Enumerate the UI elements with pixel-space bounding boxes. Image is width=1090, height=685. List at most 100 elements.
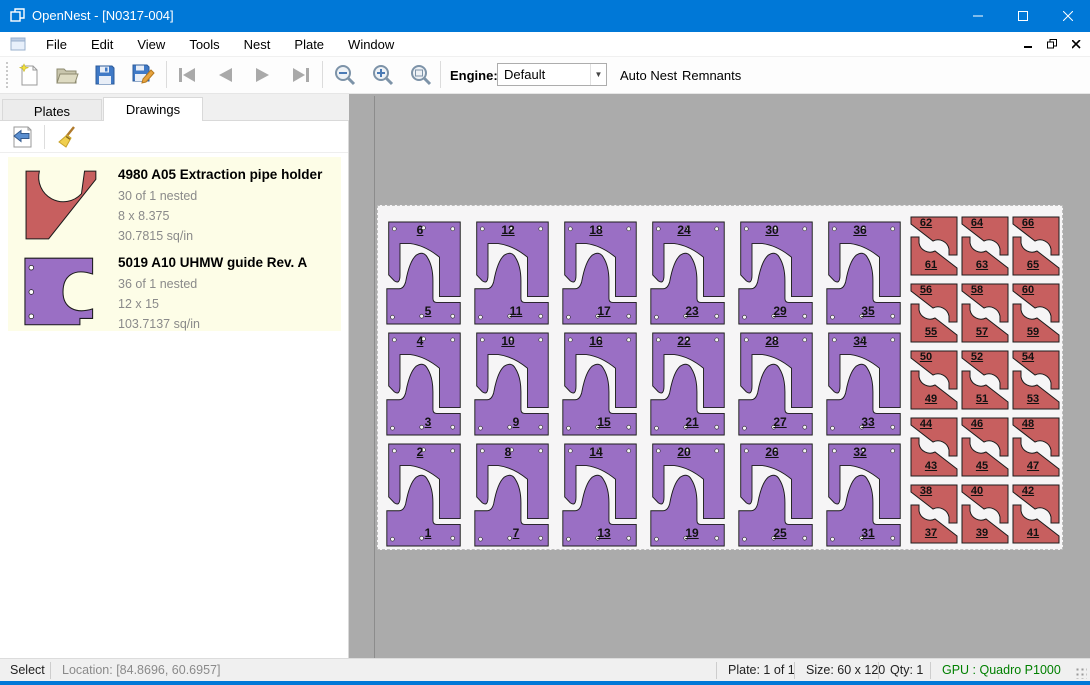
menu-nest[interactable]: Nest [232, 33, 283, 56]
part-number: 28 [756, 334, 788, 348]
close-button[interactable] [1045, 0, 1090, 32]
minimize-button[interactable] [955, 0, 1000, 32]
nest-tile[interactable]: 1817 [560, 220, 640, 326]
nest-tile[interactable]: 43 [384, 331, 464, 437]
last-plate-button[interactable] [286, 60, 316, 90]
import-drawing-button[interactable] [8, 123, 36, 151]
zoom-fit-button[interactable] [406, 60, 436, 90]
part-number: 59 [1020, 326, 1046, 338]
part-number: 26 [756, 445, 788, 459]
list-item-drawing-1[interactable]: 4980 A05 Extraction pipe holder 30 of 1 … [8, 157, 341, 245]
drawings-panel: 4980 A05 Extraction pipe holder 30 of 1 … [0, 121, 349, 658]
drawing-title: 5019 A10 UHMW guide Rev. A [118, 255, 341, 270]
nest-tile[interactable]: 66 65 [1011, 215, 1061, 277]
drawing-nested: 36 of 1 nested [118, 274, 341, 294]
menu-edit[interactable]: Edit [79, 33, 125, 56]
nest-tile[interactable]: 6463 [960, 215, 1010, 277]
nest-tile[interactable]: 3029 [736, 220, 816, 326]
part-number: 16 [580, 334, 612, 348]
nest-tile[interactable]: 5655 [909, 282, 959, 344]
part-number: 15 [588, 415, 620, 429]
engine-select[interactable]: Default ▼ [497, 63, 607, 86]
part-number: 55 [918, 326, 944, 338]
toolbar-grip[interactable] [5, 61, 9, 89]
menu-view[interactable]: View [125, 33, 177, 56]
part-number: 29 [764, 304, 796, 318]
list-item-drawing-2[interactable]: 5019 A10 UHMW guide Rev. A 36 of 1 neste… [8, 245, 341, 331]
nest-tile[interactable]: 6059 [1011, 282, 1061, 344]
chevron-down-icon[interactable]: ▼ [590, 64, 606, 85]
mdi-minimize-button[interactable] [1020, 36, 1036, 52]
menu-plate[interactable]: Plate [282, 33, 336, 56]
nest-tile[interactable]: 4039 [960, 483, 1010, 545]
nest-tile[interactable]: 4847 [1011, 416, 1061, 478]
part-number: 18 [580, 223, 612, 237]
part-number: 58 [964, 284, 990, 296]
nest-tile[interactable]: 2625 [736, 442, 816, 548]
nest-tile[interactable]: 4241 [1011, 483, 1061, 545]
nest-tile[interactable]: 6261 [909, 215, 959, 277]
tab-plates[interactable]: Plates [2, 99, 102, 121]
nest-tile[interactable]: 4645 [960, 416, 1010, 478]
drawing-title: 4980 A05 Extraction pipe holder [118, 167, 341, 182]
part-number: 21 [676, 415, 708, 429]
nest-tile[interactable]: 2423 [648, 220, 728, 326]
nest-tile[interactable]: 65 [384, 220, 464, 326]
save-as-button[interactable] [128, 60, 158, 90]
nest-tile[interactable]: 1615 [560, 331, 640, 437]
nest-tile[interactable]: 3231 [824, 442, 904, 548]
nest-tile[interactable]: 4443 [909, 416, 959, 478]
mdi-window-border [374, 96, 375, 658]
mdi-close-button[interactable] [1068, 36, 1084, 52]
nest-tile[interactable]: 14 13 [560, 442, 640, 548]
nest-tile[interactable]: 87 [472, 442, 552, 548]
nest-tile[interactable]: 3433 [824, 331, 904, 437]
new-file-button[interactable] [14, 60, 44, 90]
open-folder-button[interactable] [52, 60, 82, 90]
part-number: 48 [1015, 418, 1041, 430]
nest-tile[interactable]: 5857 [960, 282, 1010, 344]
part-number: 65 [1020, 259, 1046, 271]
part-number: 1 [412, 526, 444, 540]
nest-tile[interactable]: 10 9 [472, 331, 552, 437]
nest-tile[interactable]: 5049 [909, 349, 959, 411]
nest-tile[interactable]: 3837 [909, 483, 959, 545]
menu-tools[interactable]: Tools [177, 33, 231, 56]
nest-tile[interactable]: 5453 [1011, 349, 1061, 411]
part-number: 5 [412, 304, 444, 318]
zoom-out-button[interactable] [330, 60, 360, 90]
next-plate-button[interactable] [248, 60, 278, 90]
title-bar: OpenNest - [N0317-004] [0, 0, 1090, 32]
tab-drawings[interactable]: Drawings [103, 97, 203, 122]
auto-nest-button[interactable]: Auto Nest [614, 62, 683, 88]
part-number: 6 [404, 223, 436, 237]
plate[interactable]: 6543211211109871817161514132423222120193… [377, 205, 1063, 550]
part-number: 66 [1015, 217, 1041, 229]
clean-broom-button[interactable] [52, 123, 80, 151]
maximize-button[interactable] [1000, 0, 1045, 32]
part-number: 14 [580, 445, 612, 459]
remnants-button[interactable]: Remnants [676, 62, 747, 88]
menu-bar: File Edit View Tools Nest Plate Window [0, 32, 1090, 57]
resize-grip[interactable] [1075, 667, 1087, 679]
save-button[interactable] [90, 60, 120, 90]
part-number: 9 [500, 415, 532, 429]
part-number: 10 [492, 334, 524, 348]
part-number: 61 [918, 259, 944, 271]
nest-tile[interactable]: 21 [384, 442, 464, 548]
menu-window[interactable]: Window [336, 33, 406, 56]
nest-tile[interactable]: 5251 [960, 349, 1010, 411]
nest-tile[interactable]: 2221 [648, 331, 728, 437]
nest-tile[interactable]: 1211 [472, 220, 552, 326]
drawing-area: 103.7137 sq/in [118, 314, 341, 334]
previous-plate-button[interactable] [210, 60, 240, 90]
nest-tile[interactable]: 2827 [736, 331, 816, 437]
nest-tile[interactable]: 2019 [648, 442, 728, 548]
part-number: 13 [588, 526, 620, 540]
first-plate-button[interactable] [172, 60, 202, 90]
menu-file[interactable]: File [34, 33, 79, 56]
part-number: 41 [1020, 527, 1046, 539]
nest-tile[interactable]: 3635 [824, 220, 904, 326]
mdi-restore-button[interactable] [1044, 36, 1060, 52]
zoom-in-button[interactable] [368, 60, 398, 90]
